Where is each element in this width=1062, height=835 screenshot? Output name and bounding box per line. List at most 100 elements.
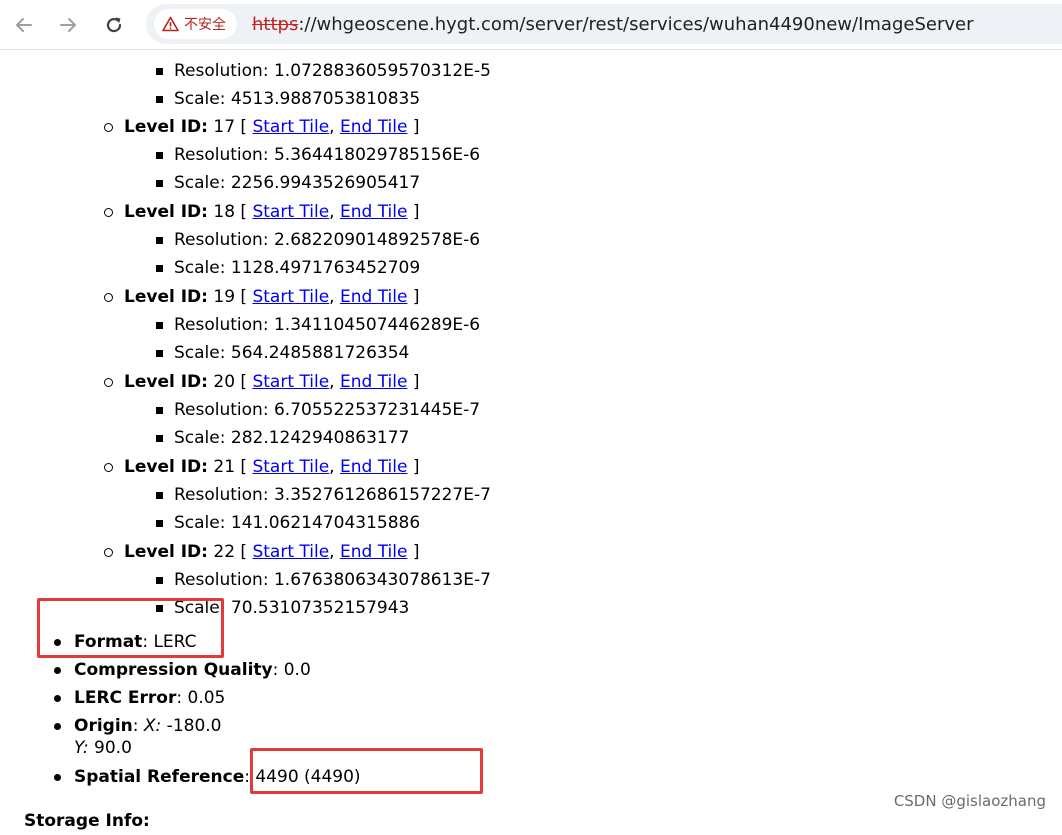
scale-label: Scale: xyxy=(174,89,226,109)
scale-label: Scale: xyxy=(174,428,226,448)
end-tile-link[interactable]: End Tile xyxy=(340,457,407,477)
warning-triangle-icon xyxy=(162,16,179,32)
level-id-label: Level ID: xyxy=(124,202,208,222)
resolution-value: 1.6763806343078613E-7 xyxy=(273,570,491,590)
level-id-value: 21 xyxy=(213,457,236,477)
origin-x-label: X: xyxy=(143,716,162,736)
level-item: Level ID: 19 [ Start Tile, End Tile ] xyxy=(104,283,420,311)
scale-value: 4513.9887053810835 xyxy=(230,89,421,109)
resolution-value: 1.341104507446289E-6 xyxy=(273,315,481,335)
origin-y-line: Y: 90.0 xyxy=(74,734,132,762)
origin-y-label: Y: xyxy=(74,738,89,758)
level-id-value: 22 xyxy=(213,542,236,562)
resolution-label: Resolution: xyxy=(174,400,269,420)
level-id-value: 18 xyxy=(213,202,236,222)
bracket-close: ] xyxy=(412,202,420,222)
comma: , xyxy=(329,287,335,307)
scale-label: Scale: xyxy=(174,173,226,193)
resolution-value: 6.705522537231445E-7 xyxy=(273,400,481,420)
bracket-close: ] xyxy=(412,457,420,477)
start-tile-link[interactable]: Start Tile xyxy=(252,542,329,562)
level-item: Level ID: 21 [ Start Tile, End Tile ] xyxy=(104,453,420,481)
bracket-close: ] xyxy=(412,287,420,307)
resolution-label: Resolution: xyxy=(174,570,269,590)
start-tile-link[interactable]: Start Tile xyxy=(252,202,329,222)
origin-x-value: -180.0 xyxy=(161,716,222,736)
list-item: Scale: 2256.9943526905417 xyxy=(155,169,421,197)
comma: , xyxy=(329,117,335,137)
level-id-label: Level ID: xyxy=(124,457,208,477)
scale-label: Scale: xyxy=(174,513,226,533)
end-tile-link[interactable]: End Tile xyxy=(340,202,407,222)
start-tile-link[interactable]: Start Tile xyxy=(252,372,329,392)
start-tile-link[interactable]: Start Tile xyxy=(252,117,329,137)
bracket-open: [ xyxy=(240,202,248,222)
list-item: Scale: 141.06214704315886 xyxy=(155,509,420,537)
level-item: Level ID: 20 [ Start Tile, End Tile ] xyxy=(104,368,420,396)
resolution-value: 3.3527612686157227E-7 xyxy=(273,485,491,505)
annotation-box-format xyxy=(37,598,224,658)
resolution-value: 5.364418029785156E-6 xyxy=(273,145,481,165)
bracket-open: [ xyxy=(240,542,248,562)
lerc-error-label: LERC Error xyxy=(74,688,177,708)
lerc-error-value: : 0.05 xyxy=(176,688,226,708)
end-tile-link[interactable]: End Tile xyxy=(340,542,407,562)
list-item: Scale: 282.1242940863177 xyxy=(155,424,410,452)
compression-value: : 0.0 xyxy=(272,660,311,680)
scale-label: Scale: xyxy=(174,258,226,278)
bracket-open: [ xyxy=(240,287,248,307)
arrow-left-icon xyxy=(16,18,32,32)
storage-info-label: Storage Info: xyxy=(24,811,150,831)
comma: , xyxy=(329,457,335,477)
level-id-value: 19 xyxy=(213,287,236,307)
level-item: Level ID: 22 [ Start Tile, End Tile ] xyxy=(104,538,420,566)
level-id-label: Level ID: xyxy=(124,287,208,307)
origin-y-value: 90.0 xyxy=(88,738,132,758)
bracket-open: [ xyxy=(240,117,248,137)
lerc-error-item: LERC Error: 0.05 xyxy=(53,684,226,712)
level-id-label: Level ID: xyxy=(124,372,208,392)
address-bar[interactable]: 不安全 https://whgeoscene.hygt.com/server/r… xyxy=(146,4,1062,44)
start-tile-link[interactable]: Start Tile xyxy=(252,457,329,477)
bracket-open: [ xyxy=(240,372,248,392)
scale-value: 2256.9943526905417 xyxy=(230,173,421,193)
bracket-close: ] xyxy=(412,542,420,562)
security-indicator[interactable]: 不安全 xyxy=(154,9,237,39)
list-item: Resolution: 3.3527612686157227E-7 xyxy=(156,481,491,509)
list-item: Resolution: 2.682209014892578E-6 xyxy=(155,226,480,254)
scale-value: 282.1242940863177 xyxy=(230,428,410,448)
reload-button[interactable] xyxy=(98,9,130,41)
level-id-label: Level ID: xyxy=(124,542,208,562)
resolution-label: Resolution: xyxy=(174,145,269,165)
level-item: Level ID: 18 [ Start Tile, End Tile ] xyxy=(104,198,420,226)
resolution-value: 1.0728836059570312E-5 xyxy=(273,61,491,81)
url-text[interactable]: https://whgeoscene.hygt.com/server/rest/… xyxy=(252,14,974,35)
scale-value: 1128.4971763452709 xyxy=(230,258,421,278)
back-button[interactable] xyxy=(8,9,40,41)
level-id-value: 20 xyxy=(213,372,236,392)
forward-button[interactable] xyxy=(52,9,84,41)
security-label: 不安全 xyxy=(184,17,226,33)
list-item: Resolution: 5.364418029785156E-6 xyxy=(155,141,481,169)
origin-separator: : xyxy=(132,716,144,736)
resolution-label: Resolution: xyxy=(174,230,269,250)
level-id-label: Level ID: xyxy=(124,117,208,137)
end-tile-link[interactable]: End Tile xyxy=(340,117,407,137)
scale-value: 70.53107352157943 xyxy=(230,598,410,618)
url-scheme: https xyxy=(252,14,299,35)
end-tile-link[interactable]: End Tile xyxy=(340,372,407,392)
arrow-right-icon xyxy=(60,18,76,32)
list-item: Resolution: 1.0728836059570312E-5 xyxy=(156,57,491,85)
start-tile-link[interactable]: Start Tile xyxy=(252,287,329,307)
comma: , xyxy=(329,202,335,222)
compression-item: Compression Quality: 0.0 xyxy=(54,656,311,684)
storage-info-heading: Storage Info: xyxy=(24,807,150,835)
scale-value: 564.2485881726354 xyxy=(230,343,410,363)
url-path: ://whgeoscene.hygt.com/server/rest/servi… xyxy=(298,14,974,35)
list-item: Resolution: 1.6763806343078613E-7 xyxy=(156,566,491,594)
origin-label: Origin xyxy=(74,716,133,736)
scale-label: Scale: xyxy=(174,343,226,363)
end-tile-link[interactable]: End Tile xyxy=(340,287,407,307)
reload-icon xyxy=(106,17,122,33)
resolution-label: Resolution: xyxy=(174,315,269,335)
